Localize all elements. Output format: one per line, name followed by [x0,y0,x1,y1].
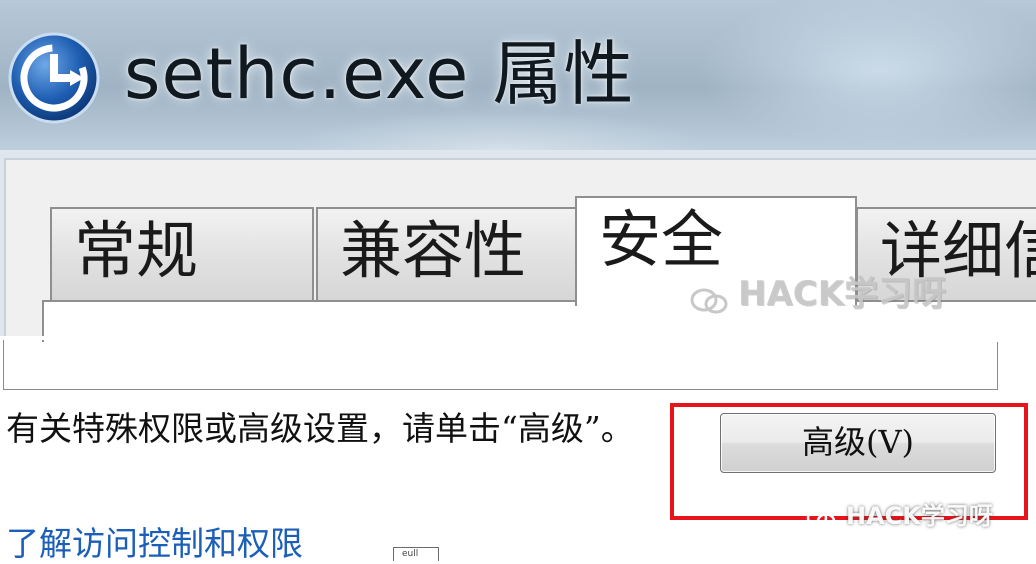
watermark-top: HACK学习呀 [690,266,946,315]
wechat-icon [806,507,836,529]
tab-general[interactable]: 常规 [50,207,314,301]
window-title: sethc.exe 属性 [124,33,635,115]
watermark-bottom: HACK学习呀 [806,496,993,531]
watermark-top-text: HACK学习呀 [738,274,947,314]
watermark-bottom-text: HACK学习呀 [846,502,993,530]
tab-compatibility[interactable]: 兼容性 [316,207,578,301]
ease-of-access-icon [6,30,102,126]
access-control-help-link[interactable]: 了解访问控制和权限 [6,524,303,564]
advanced-hint-text: 有关特殊权限或高级设置，请单击“高级”。 [6,409,634,448]
wechat-icon [690,283,728,313]
title-bar: sethc.exe 属性 [0,0,1036,160]
permissions-list-bottom [3,340,998,390]
footer-widget: eull [393,547,439,561]
crop-gap [0,336,1036,340]
